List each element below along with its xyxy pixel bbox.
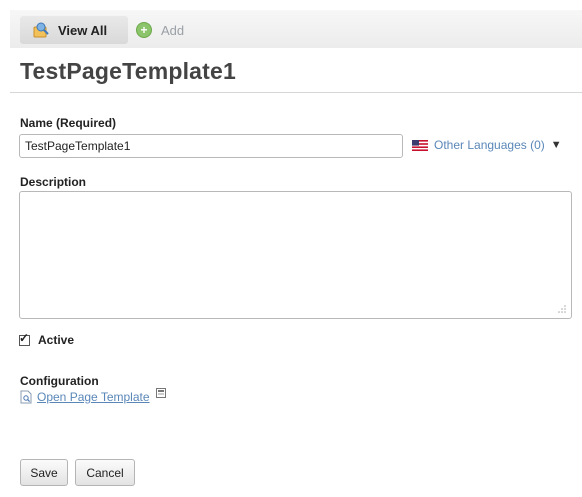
open-page-template-link[interactable]: Open Page Template	[37, 390, 150, 404]
document-search-icon	[20, 390, 32, 404]
description-label: Description	[20, 175, 87, 189]
toolbar: View All + Add	[10, 10, 582, 48]
view-all-label: View All	[58, 22, 108, 38]
us-flag-icon	[412, 139, 428, 151]
add-button[interactable]: + Add	[136, 16, 184, 44]
name-label: Name (Required)	[20, 116, 117, 130]
resize-grip-icon[interactable]	[557, 303, 567, 313]
cancel-button[interactable]: Cancel	[75, 459, 135, 486]
other-languages-label: Other Languages (0)	[434, 138, 545, 152]
view-all-icon	[33, 22, 49, 38]
open-page-template-row: Open Page Template	[20, 388, 166, 404]
add-label: Add	[161, 22, 185, 38]
name-input[interactable]	[19, 134, 403, 158]
save-button[interactable]: Save	[20, 459, 68, 486]
view-all-button[interactable]: View All	[20, 16, 128, 44]
popout-icon[interactable]	[155, 388, 166, 398]
description-textarea[interactable]	[19, 191, 572, 319]
caret-down-icon[interactable]: ▼	[551, 139, 562, 151]
title-divider	[10, 92, 582, 93]
active-label: Active	[38, 333, 75, 347]
other-languages-link[interactable]: Other Languages (0) ▼	[412, 138, 562, 152]
active-checkbox[interactable]: ✓	[19, 330, 30, 346]
configuration-label: Configuration	[20, 374, 99, 388]
plus-circle-icon: +	[136, 22, 152, 38]
active-row: ✓ Active	[19, 330, 75, 347]
page-title: TestPageTemplate1	[20, 58, 237, 84]
check-icon: ✓	[19, 330, 30, 345]
